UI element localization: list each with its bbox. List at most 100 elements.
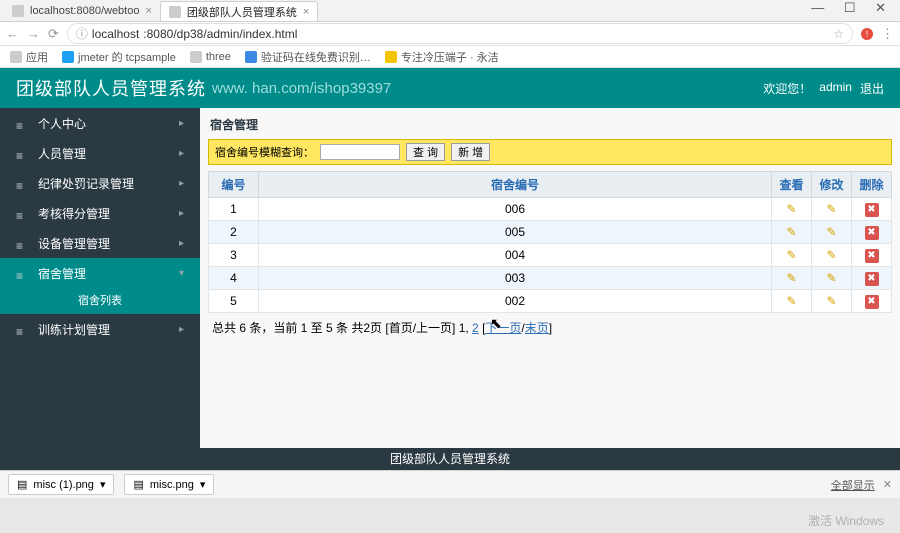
- address-bar[interactable]: ⓘ localhost :8080/dp38/admin/index.html ☆: [67, 23, 853, 44]
- edit-icon[interactable]: ✎: [825, 248, 839, 262]
- view-icon[interactable]: ✎: [785, 202, 799, 216]
- sidebar-item-score[interactable]: 考核得分管理▸: [0, 198, 200, 228]
- view-icon[interactable]: ✎: [785, 248, 799, 262]
- chevron-right-icon: ▸: [179, 208, 184, 219]
- apps-shortcut[interactable]: 应用: [10, 49, 48, 65]
- delete-icon[interactable]: ✖: [865, 272, 879, 286]
- sidebar-subitem-dorm-list[interactable]: 宿舍列表: [0, 288, 200, 314]
- close-tab-icon[interactable]: ×: [145, 5, 151, 17]
- search-input[interactable]: [320, 144, 400, 160]
- bookmark-icon: [62, 51, 74, 63]
- sidebar-item-personal[interactable]: 个人中心▸: [0, 108, 200, 138]
- cell-index: 2: [209, 221, 259, 244]
- browser-tab-strip: localhost:8080/webtoo × 团级部队人员管理系统 ×: [0, 0, 900, 22]
- menu-icon: [16, 269, 30, 277]
- cell-index: 3: [209, 244, 259, 267]
- footer-text: 团级部队人员管理系统: [390, 452, 510, 466]
- table-row: 3004✎✎✖: [209, 244, 892, 267]
- edit-icon[interactable]: ✎: [825, 202, 839, 216]
- file-icon: ▤: [17, 478, 27, 491]
- pager-last[interactable]: 末页: [525, 321, 549, 335]
- show-all-downloads-link[interactable]: 全部显示: [831, 477, 875, 493]
- window-close-button[interactable]: ✕: [875, 0, 886, 15]
- menu-icon: [16, 149, 30, 157]
- site-info-icon[interactable]: ⓘ: [76, 25, 88, 42]
- pager-summary: 总共 6 条，当前 1 至 5 条 共2页 [首页/上一页] 1,: [212, 321, 472, 335]
- add-button[interactable]: 新 增: [451, 143, 490, 161]
- sidebar-item-dorm[interactable]: 宿舍管理▾: [0, 258, 200, 288]
- chevron-right-icon: ▸: [179, 118, 184, 129]
- chevron-down-icon: ▾: [179, 268, 184, 279]
- sidebar: 个人中心▸ 人员管理▸ 纪律处罚记录管理▸ 考核得分管理▸ 设备管理管理▸ 宿舍…: [0, 108, 200, 448]
- data-table: 编号 宿舍编号 查看 修改 删除 1006✎✎✖2005✎✎✖3004✎✎✖40…: [208, 171, 892, 313]
- file-icon: ▤: [133, 478, 143, 491]
- col-view: 查看: [772, 172, 812, 198]
- window-maximize-button[interactable]: ☐: [844, 0, 856, 15]
- nav-reload-button[interactable]: ⟳: [48, 26, 59, 42]
- pager-page-2[interactable]: 2: [472, 321, 479, 335]
- nav-forward-button[interactable]: →: [27, 26, 40, 41]
- table-row: 2005✎✎✖: [209, 221, 892, 244]
- download-item[interactable]: ▤ misc.png ▾: [124, 474, 214, 495]
- menu-icon: [16, 119, 30, 127]
- bookmark-item[interactable]: 专注冷压端子 · 永洁: [385, 49, 499, 65]
- delete-icon[interactable]: ✖: [865, 295, 879, 309]
- browser-tab-1[interactable]: 团级部队人员管理系统 ×: [160, 1, 318, 21]
- bookmark-item[interactable]: 验证码在线免费识别…: [245, 49, 371, 65]
- view-icon[interactable]: ✎: [785, 271, 799, 285]
- pager-next[interactable]: 下一页: [485, 321, 521, 335]
- tab-label: localhost:8080/webtoo: [30, 5, 139, 17]
- browser-tab-0[interactable]: localhost:8080/webtoo ×: [4, 1, 160, 21]
- cell-index: 5: [209, 290, 259, 313]
- menu-icon: [16, 325, 30, 333]
- app-title: 团级部队人员管理系统: [16, 75, 206, 101]
- delete-icon[interactable]: ✖: [865, 203, 879, 217]
- extension-badge-icon[interactable]: !: [861, 28, 873, 40]
- bookmark-item[interactable]: three: [190, 51, 231, 63]
- breadcrumb: 宿舍管理: [210, 116, 890, 133]
- url-host: localhost: [92, 27, 139, 41]
- sidebar-item-equipment[interactable]: 设备管理管理▸: [0, 228, 200, 258]
- edit-icon[interactable]: ✎: [825, 294, 839, 308]
- bookmarks-bar: 应用 jmeter 的 tcpsample three 验证码在线免费识别… 专…: [0, 46, 900, 68]
- sidebar-item-personnel[interactable]: 人员管理▸: [0, 138, 200, 168]
- nav-back-button[interactable]: ←: [6, 26, 19, 41]
- main-panel: 宿舍管理 宿舍编号模糊查询： 查 询 新 增 编号 宿舍编号 查看 修改 删除 …: [200, 108, 900, 448]
- close-shelf-button[interactable]: ✕: [883, 478, 892, 491]
- close-tab-icon[interactable]: ×: [303, 6, 309, 18]
- table-row: 5002✎✎✖: [209, 290, 892, 313]
- edit-icon[interactable]: ✎: [825, 225, 839, 239]
- delete-icon[interactable]: ✖: [865, 226, 879, 240]
- delete-icon[interactable]: ✖: [865, 249, 879, 263]
- view-icon[interactable]: ✎: [785, 294, 799, 308]
- cell-index: 1: [209, 198, 259, 221]
- window-controls: — ☐ ✕: [803, 0, 894, 16]
- sidebar-item-discipline[interactable]: 纪律处罚记录管理▸: [0, 168, 200, 198]
- chevron-down-icon[interactable]: ▾: [200, 478, 206, 491]
- chevron-down-icon[interactable]: ▾: [100, 478, 106, 491]
- app-footer: 团级部队人员管理系统: [0, 448, 900, 470]
- logout-link[interactable]: 退出: [860, 80, 884, 97]
- sidebar-item-training[interactable]: 训练计划管理▸: [0, 314, 200, 344]
- download-filename: misc.png: [150, 479, 194, 491]
- cell-code: 003: [259, 267, 772, 290]
- address-bar-row: ← → ⟳ ⓘ localhost :8080/dp38/admin/index.…: [0, 22, 900, 46]
- bookmark-item[interactable]: jmeter 的 tcpsample: [62, 49, 176, 65]
- bookmark-icon: [190, 51, 202, 63]
- app-subtitle: www. han.com/ishop39397: [212, 80, 391, 97]
- welcome-label: 欢迎您！: [763, 80, 811, 97]
- chevron-right-icon: ▸: [179, 178, 184, 189]
- edit-icon[interactable]: ✎: [825, 271, 839, 285]
- col-index: 编号: [209, 172, 259, 198]
- browser-menu-button[interactable]: ⋮: [881, 26, 894, 42]
- bookmark-star-icon[interactable]: ☆: [833, 27, 844, 41]
- table-row: 4003✎✎✖: [209, 267, 892, 290]
- current-user[interactable]: admin: [819, 80, 852, 97]
- pager: 总共 6 条，当前 1 至 5 条 共2页 [首页/上一页] 1, 2 [下一页…: [208, 313, 892, 342]
- view-icon[interactable]: ✎: [785, 225, 799, 239]
- url-path: :8080/dp38/admin/index.html: [143, 27, 297, 41]
- window-minimize-button[interactable]: —: [811, 0, 824, 15]
- download-item[interactable]: ▤ misc (1).png ▾: [8, 474, 114, 495]
- search-button[interactable]: 查 询: [406, 143, 445, 161]
- filter-bar: 宿舍编号模糊查询： 查 询 新 增: [208, 139, 892, 165]
